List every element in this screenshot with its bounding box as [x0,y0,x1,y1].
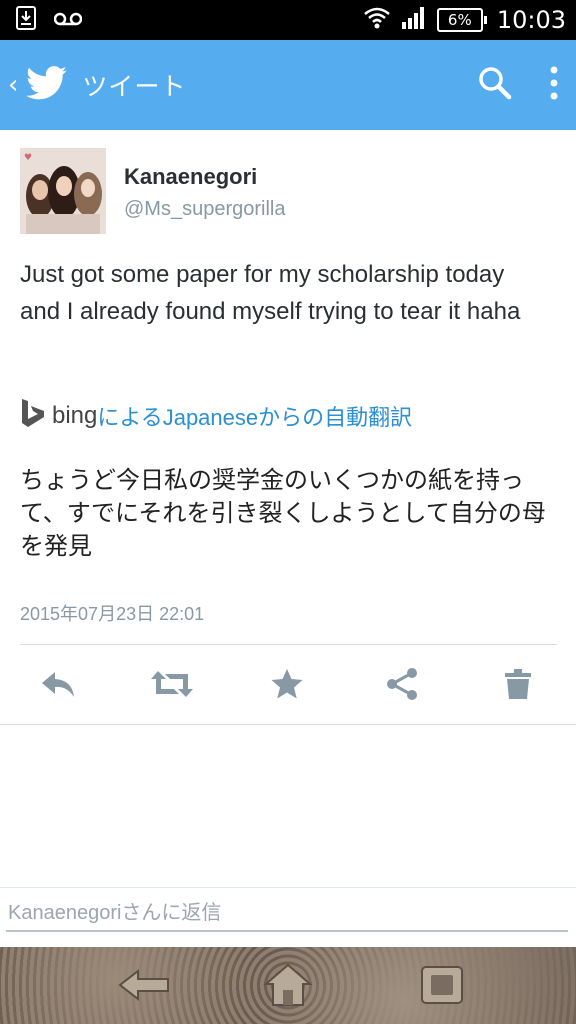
chevron-left-icon: ‹ [8,70,19,100]
clock: 10:03 [496,6,566,34]
share-button[interactable] [382,666,422,706]
back-arrow-icon [116,965,172,1009]
trash-icon [504,668,532,704]
voicemail-icon [53,11,83,30]
signal-icon [401,6,427,34]
battery-icon: 6% [436,8,487,32]
bing-logo-icon [20,398,46,434]
tweet-actions [0,656,576,716]
back-button[interactable]: ‹ [0,40,68,130]
tweet-author[interactable]: ♥ Kanaenegori @Ms_supergorilla [20,148,285,234]
retweet-icon [150,669,194,703]
translated-text: ちょうど今日私の奨学金のいくつかの紙を持って、すでにそれを引き裂くしようとして自… [20,466,546,560]
page-title: ツイート [82,72,187,101]
divider [0,724,576,725]
back-nav-button[interactable] [112,955,176,1019]
home-icon [263,962,313,1012]
avatar[interactable]: ♥ [20,148,106,234]
download-notification-icon [16,6,36,34]
favorite-button[interactable] [267,666,307,706]
tweet-text: Just got some paper for my scholarship t… [20,261,521,325]
recents-nav-button[interactable] [410,955,474,1019]
retweet-button[interactable] [150,666,194,706]
navigation-bar [0,947,576,1024]
star-icon [270,668,304,704]
divider [0,887,576,888]
wifi-icon [363,6,391,34]
search-icon[interactable] [478,66,512,104]
share-icon [385,667,419,705]
reply-button[interactable] [38,666,78,706]
screen-name: @Ms_supergorilla [124,198,286,220]
overflow-menu-icon[interactable] [550,66,558,104]
twitter-bird-icon [26,66,68,104]
divider [20,644,557,645]
translation-link[interactable]: によるJapaneseからの自動翻訳 [97,400,412,432]
translation-attribution[interactable]: bing によるJapaneseからの自動翻訳 [20,398,412,434]
recent-apps-icon [418,963,466,1011]
reply-input[interactable] [6,896,568,932]
battery-level: 6% [436,8,483,32]
action-bar: ‹ ツイート [0,40,576,130]
delete-button[interactable] [498,666,538,706]
home-nav-button[interactable] [256,955,320,1019]
status-bar: 6% 10:03 [0,0,576,40]
display-name: Kanaenegori [124,164,258,189]
reply-icon [39,669,77,703]
bing-label: bing [52,402,98,429]
tweet-timestamp: 2015年07月23日 22:01 [20,604,205,624]
svg-text:♥: ♥ [24,153,32,163]
